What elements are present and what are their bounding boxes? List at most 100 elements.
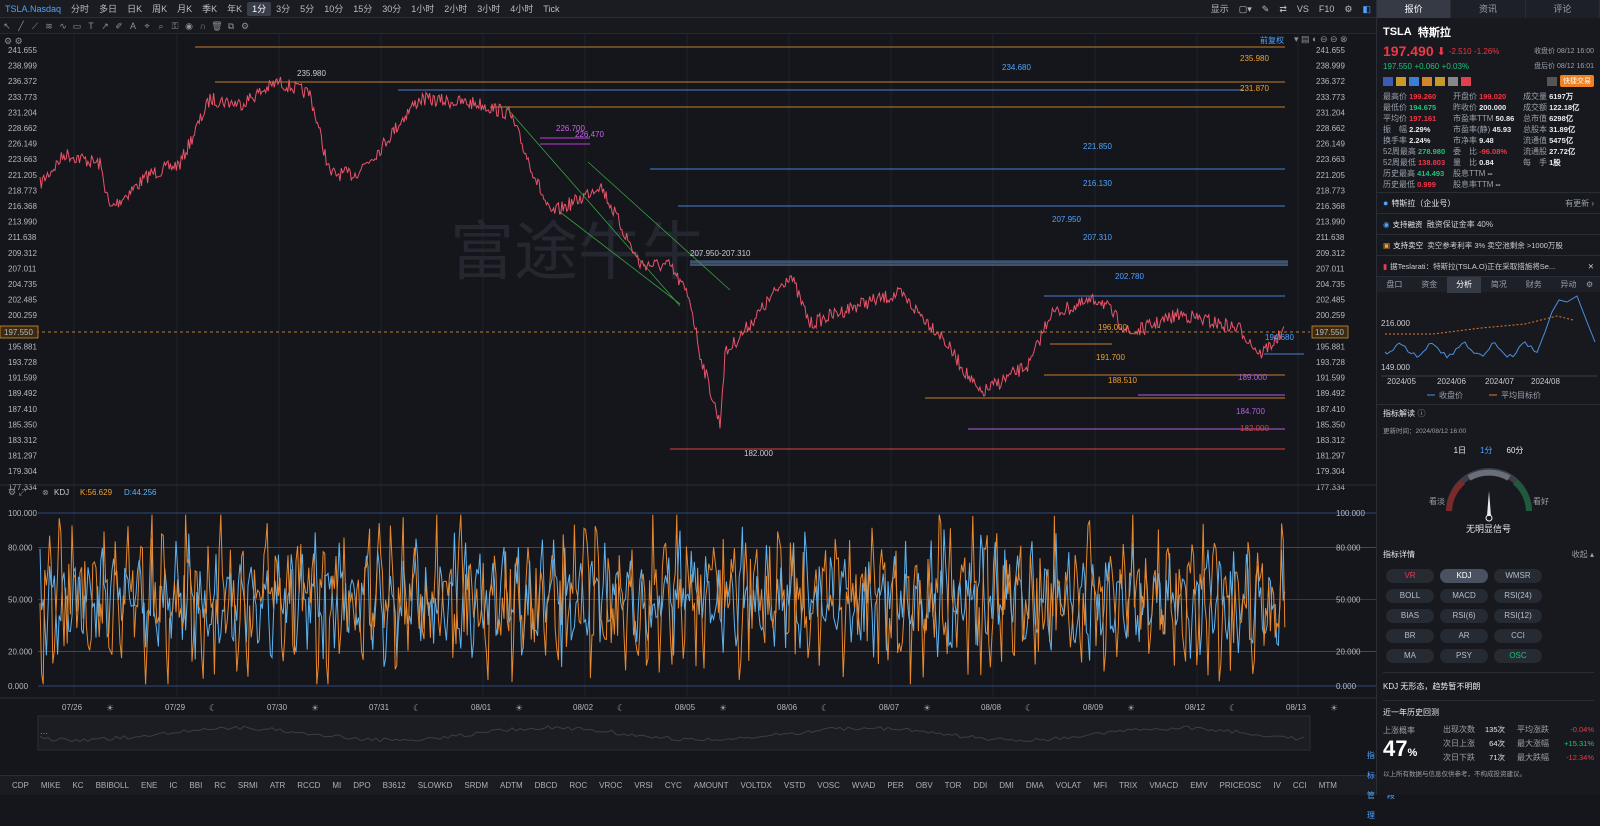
vs-button[interactable]: VS xyxy=(1292,0,1314,18)
fast-trade-button[interactable]: 快捷交易 xyxy=(1560,75,1594,87)
timeframe-6[interactable]: 年K xyxy=(222,0,247,18)
indicator-41[interactable]: MTM xyxy=(1313,776,1343,796)
collapse-button[interactable]: 收起 xyxy=(1572,549,1588,560)
layout-icon[interactable]: ▢▾ xyxy=(1234,0,1257,18)
settings-icon[interactable]: ⚙ xyxy=(1339,0,1357,18)
timeframe-14[interactable]: 2小时 xyxy=(439,0,472,18)
close-icon[interactable]: ✕ xyxy=(1588,262,1594,271)
compare-icon[interactable]: ⇄ xyxy=(1274,0,1292,18)
subtab-2[interactable]: 分析 xyxy=(1446,276,1482,293)
indicator-35[interactable]: TRIX xyxy=(1113,776,1143,796)
tab-news[interactable]: 资讯 xyxy=(1451,0,1526,18)
indicator-18[interactable]: ROC xyxy=(563,776,593,796)
indicator-0[interactable]: CDP xyxy=(6,776,35,796)
chip-3[interactable]: BOLL xyxy=(1386,589,1434,603)
alert-icon[interactable] xyxy=(1547,76,1557,86)
display-menu[interactable]: 显示 xyxy=(1206,0,1234,18)
chip-4[interactable]: MACD xyxy=(1440,589,1488,603)
indicator-7[interactable]: RC xyxy=(208,776,232,796)
indicator-3[interactable]: BBIBOLL xyxy=(90,776,135,796)
subtab-4[interactable]: 财务 xyxy=(1516,277,1551,293)
timeframe-0[interactable]: 分时 xyxy=(66,0,94,18)
indicator-21[interactable]: CYC xyxy=(659,776,688,796)
timeframe-9[interactable]: 5分 xyxy=(295,0,319,18)
copy-icon[interactable]: ⧉ xyxy=(224,19,238,33)
indicator-37[interactable]: EMV xyxy=(1184,776,1213,796)
indicator-6[interactable]: BBI xyxy=(183,776,208,796)
timeframe-10[interactable]: 10分 xyxy=(319,0,348,18)
news-row[interactable]: ▮ 据Teslarati：特斯拉(TSLA.O)正在采取措施将Se... ✕ xyxy=(1377,255,1600,276)
timeframe-17[interactable]: Tick xyxy=(538,0,564,18)
chip-0[interactable]: VR xyxy=(1386,569,1434,583)
indicator-22[interactable]: AMOUNT xyxy=(688,776,735,796)
chip-13[interactable]: PSY xyxy=(1440,649,1488,663)
adjust-menu[interactable]: 前复权 xyxy=(1260,35,1284,46)
draw-icon[interactable]: ✎ xyxy=(1257,0,1275,18)
chip-5[interactable]: RSI(24) xyxy=(1494,589,1542,603)
chip-2[interactable]: WMSR xyxy=(1494,569,1542,583)
chip-11[interactable]: CCI xyxy=(1494,629,1542,643)
chip-9[interactable]: BR xyxy=(1386,629,1434,643)
trash-icon[interactable]: 🗑 xyxy=(210,19,224,33)
navigator[interactable] xyxy=(37,715,1311,751)
indicator-29[interactable]: TOR xyxy=(939,776,968,796)
indicator-33[interactable]: VOLAT xyxy=(1050,776,1088,796)
indicator-19[interactable]: VROC xyxy=(593,776,628,796)
zoom-icon[interactable]: ⌕ xyxy=(154,19,168,33)
chart-window-icons[interactable]: ▾ ▤ ◐ ⊖ ⊖ ⊗ xyxy=(1294,34,1348,45)
indicator-2[interactable]: KC xyxy=(66,776,89,796)
indicator-26[interactable]: WVAD xyxy=(846,776,881,796)
period-1[interactable]: 1分 xyxy=(1480,445,1492,456)
timeframe-8[interactable]: 3分 xyxy=(271,0,295,18)
chip-10[interactable]: AR xyxy=(1440,629,1488,643)
indicator-13[interactable]: B3612 xyxy=(377,776,412,796)
eye-icon[interactable]: ◉ xyxy=(182,19,196,33)
indicator-8[interactable]: SRMI xyxy=(232,776,264,796)
chart-area[interactable]: 富途牛牛 235.980 234.680 231.870 235.980 226.700… xyxy=(0,34,1376,796)
arrow-tool-icon[interactable]: ↗ xyxy=(98,19,112,33)
chart-controls[interactable]: ⚙ ⚙ xyxy=(4,36,23,47)
navigator-handle-icon[interactable]: ⋯ xyxy=(40,729,48,738)
indicator-34[interactable]: MFI xyxy=(1087,776,1113,796)
timeframe-15[interactable]: 3小时 xyxy=(472,0,505,18)
timeframe-4[interactable]: 月K xyxy=(172,0,197,18)
chip-14[interactable]: OSC xyxy=(1494,649,1542,663)
tab-quote[interactable]: 报价 xyxy=(1377,0,1452,18)
settings-icon[interactable]: ⚙ xyxy=(1586,277,1600,293)
indicator-27[interactable]: PER xyxy=(881,776,909,796)
magnet-icon[interactable]: ∩ xyxy=(196,19,210,33)
timeframe-7[interactable]: 1分 xyxy=(247,1,272,16)
timeframe-1[interactable]: 多日 xyxy=(94,0,122,18)
timeframe-5[interactable]: 季K xyxy=(197,0,222,18)
indicator-24[interactable]: VSTD xyxy=(778,776,811,796)
chip-1[interactable]: KDJ xyxy=(1440,569,1488,583)
indicator-20[interactable]: VRSI xyxy=(628,776,659,796)
period-2[interactable]: 60分 xyxy=(1507,445,1524,456)
wave-tool-icon[interactable]: ∿ xyxy=(56,19,70,33)
subtab-0[interactable]: 盘口 xyxy=(1377,277,1412,293)
timeframe-13[interactable]: 1小时 xyxy=(406,0,439,18)
timeframe-11[interactable]: 15分 xyxy=(348,0,377,18)
panel-toggle-icon[interactable]: ◧ xyxy=(1357,0,1376,18)
subtab-5[interactable]: 异动 xyxy=(1551,277,1586,293)
indicator-30[interactable]: DDI xyxy=(967,776,993,796)
indicator-31[interactable]: DMI xyxy=(993,776,1020,796)
subtab-3[interactable]: 简况 xyxy=(1481,277,1516,293)
brush-tool-icon[interactable]: ✐ xyxy=(112,19,126,33)
lock-icon[interactable]: ⚿ xyxy=(168,19,182,33)
indicator-40[interactable]: CCI xyxy=(1287,776,1313,796)
indicator-4[interactable]: ENE xyxy=(135,776,163,796)
indicator-11[interactable]: MI xyxy=(326,776,347,796)
company-row[interactable]: ● 特斯拉（企业号） 有更新 › xyxy=(1377,192,1600,213)
indicator-5[interactable]: IC xyxy=(163,776,183,796)
indicator-12[interactable]: DPO xyxy=(347,776,376,796)
timeframe-16[interactable]: 4小时 xyxy=(505,0,538,18)
timeframe-2[interactable]: 日K xyxy=(122,0,147,18)
indicator-10[interactable]: RCCD xyxy=(291,776,326,796)
measure-tool-icon[interactable]: ⌖ xyxy=(140,19,154,33)
indicator-38[interactable]: PRICEOSC xyxy=(1214,776,1268,796)
indicator-36[interactable]: VMACD xyxy=(1143,776,1184,796)
indicator-28[interactable]: OBV xyxy=(910,776,939,796)
indicator-23[interactable]: VOLTDX xyxy=(734,776,777,796)
favorite-icon[interactable] xyxy=(1461,76,1471,86)
